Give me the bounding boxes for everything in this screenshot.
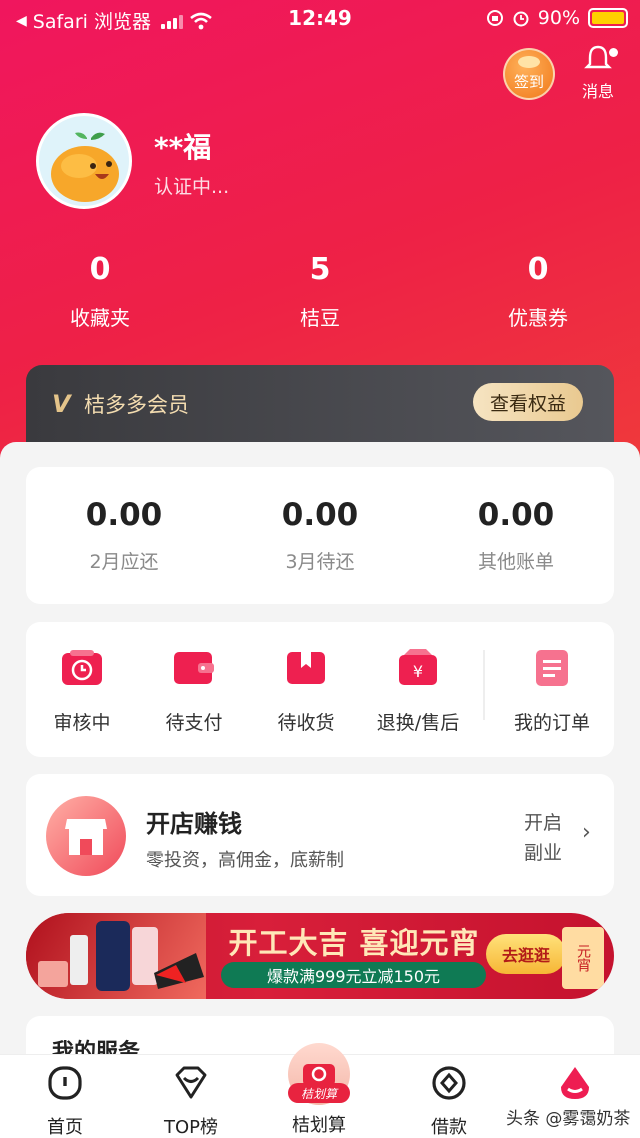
lantern-box: 元宵 [562,927,604,989]
order-label: 我的订单 [513,712,590,734]
orders-card: 审核中 待支付 待收货 ¥ 退换/售后 我的订单 [26,622,614,757]
bill-other[interactable]: 0.00 其他账单 [418,497,614,574]
stat-favorites[interactable]: 0 收藏夹 [30,252,170,331]
go-shopping-button[interactable]: 去逛逛 [486,934,566,974]
status-bar: ◀ Safari 浏览器 12:49 90% [0,0,640,40]
shop-icon-badge [46,796,126,876]
verification-status[interactable]: 认证中... [154,172,229,199]
wallet-icon [174,652,214,684]
coin-icon [518,56,540,68]
products-image [26,913,206,999]
shop-title: 开店赚钱 [146,810,242,838]
order-label: 退换/售后 [376,712,460,734]
tab-label: 首页 [47,1117,83,1138]
deal-icon: 桔划算 [288,1043,350,1105]
unread-dot [609,48,618,57]
tab-label: TOP榜 [163,1117,219,1138]
stat-beans[interactable]: 5 桔豆 [250,252,390,331]
tab-loan[interactable]: 借款 [394,1063,504,1138]
clock-icon [62,650,102,685]
order-label: 待支付 [165,712,223,734]
view-benefits-button[interactable]: 查看权益 [473,383,583,421]
order-label: 待收货 [277,712,335,734]
top-list-icon [175,1066,207,1099]
messages-button[interactable]: 消息 [572,44,624,102]
svg-text:¥: ¥ [413,662,423,681]
user-name: **福 [154,131,212,164]
battery-icon [588,8,628,28]
bill-mar-pending[interactable]: 0.00 3月待还 [222,497,418,574]
products-illustration [38,921,204,991]
battery-percent: 90% [537,7,580,29]
checkin-button[interactable]: 签到 [503,48,555,100]
refund-icon: ¥ [399,649,437,685]
order-refund[interactable]: ¥ 退换/售后 [362,648,474,735]
open-shop-card[interactable]: 开店赚钱 零投资，高佣金，底薪制 开启副业 › [26,774,614,896]
bills-card: 0.00 2月应还 0.00 3月待还 0.00 其他账单 [26,467,614,604]
my-orders[interactable]: 我的订单 [496,648,608,735]
banner-promo: 爆款满999元立减150元 [221,962,486,988]
banner-headline: 开工大吉 喜迎元宵 [228,926,480,960]
stat-label: 收藏夹 [70,306,130,330]
bill-feb-due[interactable]: 0.00 2月应还 [26,497,222,574]
package-icon [287,652,325,684]
bill-label: 3月待还 [285,551,355,573]
stat-label: 桔豆 [300,306,340,330]
loan-icon [432,1066,466,1100]
tab-deals[interactable]: 桔划算 桔划算 [264,1043,374,1137]
bill-label: 2月应还 [89,551,159,573]
vip-title: 桔多多会员 [84,393,189,417]
bill-amount: 0.00 [281,497,359,533]
stat-value: 5 [309,252,331,287]
order-list-icon [536,650,568,686]
tab-label: 借款 [431,1117,467,1138]
avatar[interactable] [36,113,132,209]
order-pending-payment[interactable]: 待支付 [138,648,250,735]
stat-label: 优惠券 [508,306,568,330]
home-icon [48,1066,82,1100]
alarm-icon [513,11,529,27]
promo-banner[interactable]: 开工大吉 喜迎元宵 爆款满999元立减150元 去逛逛 元宵 [26,913,614,999]
chevron-right-icon[interactable]: › [582,820,591,845]
stat-value: 0 [89,252,111,287]
messages-label: 消息 [581,82,614,101]
vip-membership-bar[interactable]: V 桔多多会员 查看权益 [26,365,614,443]
checkin-label: 签到 [513,73,544,91]
orange-mascot-icon [51,132,119,202]
bill-amount: 0.00 [477,497,555,533]
tab-label: 桔划算 [292,1115,346,1136]
tab-home[interactable]: 首页 [10,1063,120,1138]
watermark: 头条 @雾霭奶茶 [506,1109,631,1129]
orientation-lock-icon [486,10,503,26]
bill-label: 其他账单 [477,551,554,573]
tab-top-list[interactable]: TOP榜 [136,1063,246,1138]
order-label: 审核中 [53,712,111,734]
shop-action[interactable]: 开启副业 [524,808,574,868]
vip-logo-icon: V [52,390,71,418]
divider [483,650,485,720]
stat-value: 0 [527,252,549,287]
deal-badge: 桔划算 [288,1083,350,1103]
bill-amount: 0.00 [85,497,163,533]
order-reviewing[interactable]: 审核中 [26,648,138,735]
order-pending-delivery[interactable]: 待收货 [250,648,362,735]
shop-subtitle: 零投资，高佣金，底薪制 [146,850,344,871]
stat-coupons[interactable]: 0 优惠券 [468,252,608,331]
mine-icon [561,1067,589,1099]
storefront-icon [65,819,107,855]
